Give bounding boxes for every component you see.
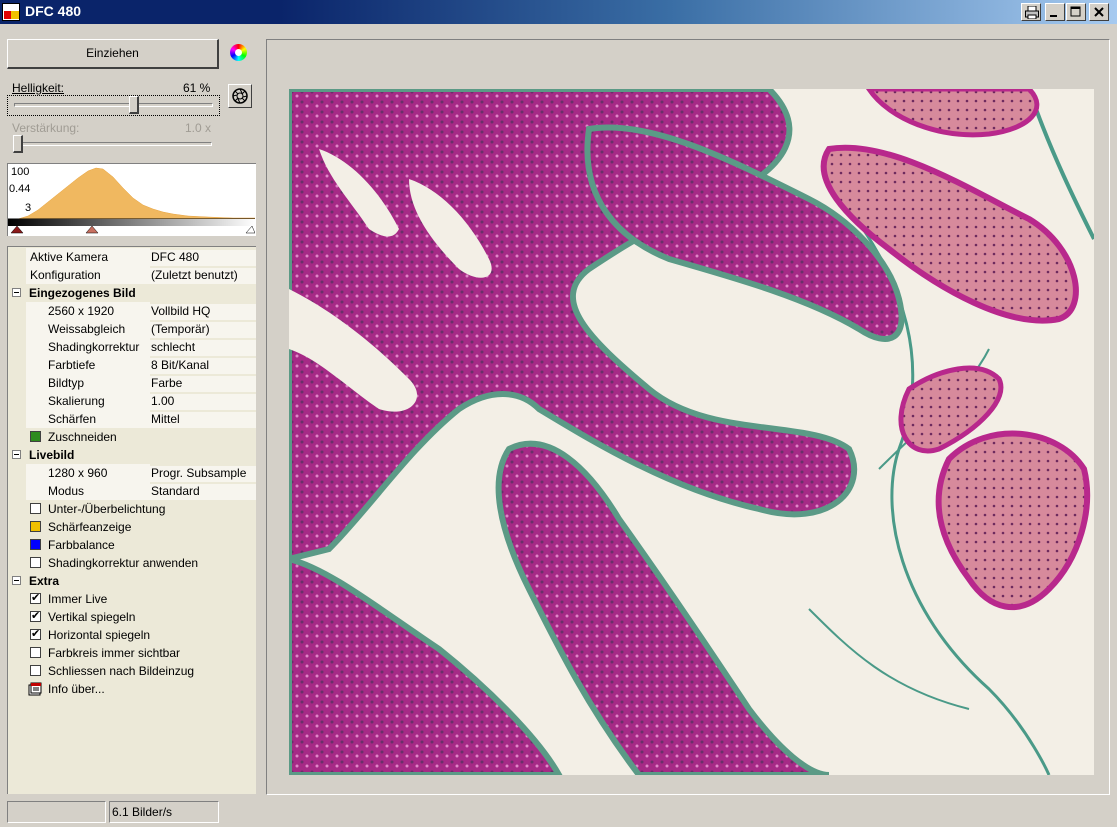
shading-checkbox[interactable]: [30, 557, 41, 568]
crop-row[interactable]: Zuschneiden: [8, 428, 256, 446]
captured-image-row[interactable]: Weissabgleich (Temporär): [8, 320, 256, 338]
brightness-track: [14, 103, 213, 107]
info-icon: [28, 682, 42, 696]
app-icon[interactable]: [2, 3, 20, 21]
brightness-thumb[interactable]: [129, 96, 140, 114]
gain-track: [13, 142, 212, 146]
captured-image-row[interactable]: Shadingkorrektur schlecht: [8, 338, 256, 356]
aperture-icon: [232, 88, 248, 104]
capture-button[interactable]: Einziehen: [7, 39, 219, 69]
exposure-row[interactable]: Unter-/Überbelichtung: [8, 500, 256, 518]
brightness-label: Helligkeit:: [12, 81, 65, 95]
sharpness-row[interactable]: Schärfeanzeige: [8, 518, 256, 536]
configuration-row[interactable]: Konfiguration (Zuletzt benutzt): [8, 266, 256, 284]
live-image-row[interactable]: Modus Standard: [8, 482, 256, 500]
live-image-row[interactable]: 1280 x 960 Progr. Subsample: [8, 464, 256, 482]
color-wheel-icon[interactable]: [230, 44, 247, 61]
minimize-icon: [1050, 15, 1057, 17]
extra-option-row[interactable]: Vertikal spiegeln: [8, 608, 256, 626]
brightness-value: 61 %: [183, 81, 211, 95]
color-balance-swatch: [30, 539, 41, 550]
collapse-icon[interactable]: [12, 576, 21, 585]
histogram: 100 0.44 3: [7, 163, 256, 236]
status-left: [7, 801, 106, 823]
histogram-min: 3: [25, 202, 32, 214]
extra-option-checkbox[interactable]: [30, 609, 41, 623]
extra-option-row[interactable]: Horizontal spiegeln: [8, 626, 256, 644]
extra-option-checkbox[interactable]: [30, 665, 41, 676]
extra-option-row[interactable]: Schliessen nach Bildeinzug: [8, 662, 256, 680]
extra-option-checkbox[interactable]: [30, 647, 41, 658]
captured-image-row[interactable]: Schärfen Mittel: [8, 410, 256, 428]
window-title: DFC 480: [25, 3, 82, 19]
extra-option-checkbox[interactable]: [30, 627, 41, 641]
property-tree: Aktive Kamera DFC 480 Konfiguration (Zul…: [7, 246, 256, 794]
close-icon: [1094, 7, 1104, 17]
captured-image-row[interactable]: 2560 x 1920 Vollbild HQ: [8, 302, 256, 320]
extra-group[interactable]: Extra: [8, 572, 256, 590]
captured-image-row[interactable]: Bildtyp Farbe: [8, 374, 256, 392]
color-balance-row[interactable]: Farbbalance: [8, 536, 256, 554]
collapse-icon[interactable]: [12, 288, 21, 297]
gain-value: 1.0 x: [185, 121, 212, 135]
active-camera-row[interactable]: Aktive Kamera DFC 480: [8, 248, 256, 266]
histogram-max: 100: [11, 166, 30, 178]
extra-option-row[interactable]: Immer Live: [8, 590, 256, 608]
microscope-image[interactable]: [289, 89, 1094, 775]
maximize-button[interactable]: [1066, 3, 1086, 21]
brightness-slider[interactable]: [7, 95, 220, 116]
title-bar: DFC 480: [0, 0, 1117, 24]
minimize-button[interactable]: [1045, 3, 1065, 21]
tissue-image: [289, 89, 1094, 775]
status-fps: 6.1 Bilder/s: [109, 801, 219, 823]
extra-option-row[interactable]: Farbkreis immer sichtbar: [8, 644, 256, 662]
captured-image-row[interactable]: Farbtiefe 8 Bit/Kanal: [8, 356, 256, 374]
live-image-group[interactable]: Livebild: [8, 446, 256, 464]
crop-color-swatch: [30, 431, 41, 442]
collapse-icon[interactable]: [12, 450, 21, 459]
gain-label: Verstärkung:: [12, 121, 80, 135]
print-button[interactable]: [1021, 3, 1041, 21]
captured-image-group[interactable]: Eingezogenes Bild: [8, 284, 256, 302]
exposure-checkbox[interactable]: [30, 503, 41, 514]
sharpness-color-swatch: [30, 521, 41, 532]
shading-apply-row[interactable]: Shadingkorrektur anwenden: [8, 554, 256, 572]
histogram-plot: [8, 167, 255, 234]
maximize-icon: [1070, 6, 1081, 17]
captured-image-row[interactable]: Skalierung 1.00: [8, 392, 256, 410]
close-button[interactable]: [1089, 3, 1109, 21]
gain-thumb[interactable]: [13, 135, 23, 153]
aperture-button[interactable]: [228, 84, 252, 108]
gain-slider[interactable]: [7, 135, 220, 155]
info-row[interactable]: Info über...: [8, 680, 256, 698]
histogram-gamma: 0.44: [9, 183, 31, 195]
print-icon: [1025, 6, 1039, 19]
extra-option-checkbox[interactable]: [30, 591, 41, 605]
